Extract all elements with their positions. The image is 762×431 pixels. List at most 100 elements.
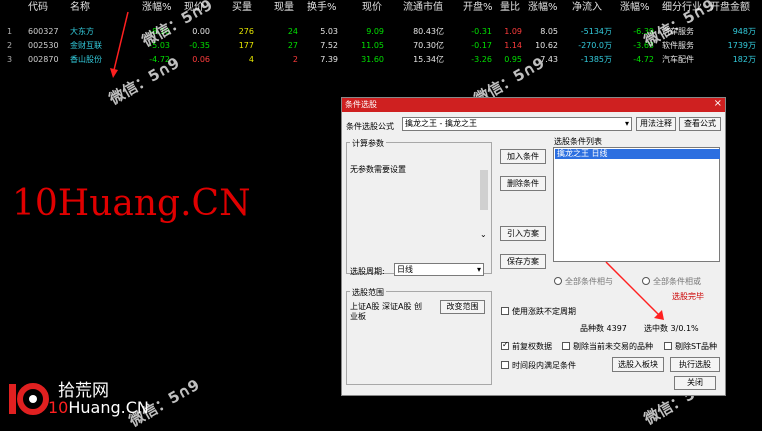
change-range-button[interactable]: 改变范围 bbox=[440, 300, 485, 314]
site-logo-text: 10Huang.CN bbox=[12, 183, 251, 224]
corner-logo-domain-text: Huang.CN bbox=[68, 398, 149, 417]
row-change-2: 8.05 bbox=[540, 27, 558, 36]
row-price-change: 0.00 bbox=[192, 27, 210, 36]
col-price[interactable]: 现价 bbox=[362, 0, 382, 16]
condition-list-item[interactable]: 擒龙之王 日线 bbox=[555, 149, 720, 159]
radio-all-and[interactable] bbox=[554, 277, 562, 285]
row-price-change: 0.06 bbox=[192, 55, 210, 64]
params-text: 无参数需要设置 bbox=[350, 165, 406, 174]
col-price-change[interactable]: 现价 bbox=[184, 0, 204, 16]
exclude-st-checkbox[interactable] bbox=[664, 342, 672, 350]
col-current-volume[interactable]: 现量 bbox=[274, 0, 294, 16]
row-industry: 汽车服务 bbox=[662, 27, 694, 36]
col-code[interactable]: 代码 bbox=[28, 0, 48, 16]
row-code: 002530 bbox=[28, 41, 59, 50]
row-price: 11.05 bbox=[361, 41, 384, 50]
row-bid-volume: 276 bbox=[238, 27, 254, 36]
row-float-cap: 80.43亿 bbox=[413, 27, 444, 36]
col-name[interactable]: 名称 bbox=[70, 0, 90, 16]
save-plan-button[interactable]: 保存方案 bbox=[500, 254, 546, 269]
params-group bbox=[346, 142, 492, 274]
col-change-3[interactable]: 涨幅% bbox=[620, 0, 650, 16]
row-volume-ratio: 0.95 bbox=[504, 55, 522, 64]
add-condition-button[interactable]: 加入条件 bbox=[500, 149, 546, 164]
col-open-pct[interactable]: 开盘% bbox=[463, 0, 493, 16]
dialog-titlebar[interactable]: 条件选股 × bbox=[342, 98, 725, 112]
exclude-st-label: 剔除ST品种 bbox=[675, 342, 717, 351]
row-open-amount: 1739万 bbox=[727, 41, 756, 50]
row-float-cap: 70.30亿 bbox=[413, 41, 444, 50]
pre-adjust-checkbox[interactable] bbox=[501, 340, 509, 350]
row-price-change: -0.35 bbox=[189, 41, 210, 50]
chevron-down-icon: ▾ bbox=[476, 265, 481, 274]
to-block-button[interactable]: 选股入板块 bbox=[612, 357, 664, 372]
col-change[interactable]: 涨幅% bbox=[142, 0, 172, 16]
col-bid-volume[interactable]: 买量 bbox=[232, 0, 252, 16]
import-plan-button[interactable]: 引入方案 bbox=[500, 226, 546, 241]
time-range-label: 时间段内满足条件 bbox=[512, 361, 576, 370]
period-label: 选股周期: bbox=[350, 267, 385, 276]
condition-list[interactable]: 擒龙之王 日线 bbox=[553, 147, 720, 262]
col-change-2[interactable]: 涨幅% bbox=[528, 0, 558, 16]
corner-logo-domain-num: 10 bbox=[48, 398, 69, 417]
period-select[interactable]: 日线 ▾ bbox=[394, 263, 484, 276]
row-bid-volume: 177 bbox=[238, 41, 254, 50]
row-industry: 软件服务 bbox=[662, 41, 694, 50]
annotation-arrow-dialog bbox=[605, 261, 664, 320]
row-code: 002870 bbox=[28, 55, 59, 64]
col-industry[interactable]: 细分行业 bbox=[662, 0, 702, 16]
range-text: 上证A股 深证A股 创业板 bbox=[350, 302, 423, 321]
row-code: 600327 bbox=[28, 27, 59, 36]
params-scrollbar[interactable] bbox=[480, 170, 488, 210]
row-change: -4.72 bbox=[149, 55, 170, 64]
delete-condition-button[interactable]: 删除条件 bbox=[500, 176, 546, 191]
row-bid-volume: 4 bbox=[248, 55, 254, 64]
row-change-2: 10.62 bbox=[535, 41, 558, 50]
condition-select-dialog: 条件选股 × 条件选股公式 擒龙之王 - 擒龙之王 ▾ 用法注释 查看公式 计算… bbox=[341, 97, 726, 396]
range-group-label: 选股范围 bbox=[350, 287, 386, 298]
formula-label: 条件选股公式 bbox=[346, 122, 394, 131]
condition-list-label: 选股条件列表 bbox=[554, 137, 602, 146]
row-change: -5.03 bbox=[149, 41, 170, 50]
row-name: 金财互联 bbox=[70, 41, 102, 50]
row-current-volume: 2 bbox=[292, 55, 298, 64]
row-change-3: -6.39 bbox=[633, 27, 654, 36]
row-change-2: 7.43 bbox=[540, 55, 558, 64]
row-volume-ratio: 1.09 bbox=[504, 27, 522, 36]
row-current-volume: 27 bbox=[287, 41, 298, 50]
pre-adjust-label: 前复权数据 bbox=[512, 342, 552, 351]
row-turnover: 7.39 bbox=[320, 55, 338, 64]
col-net-inflow[interactable]: 净流入 bbox=[572, 0, 602, 16]
time-range-checkbox[interactable] bbox=[501, 361, 509, 369]
row-open-amount: 948万 bbox=[732, 27, 756, 36]
close-button[interactable]: 关闭 bbox=[674, 376, 716, 390]
annotation-arrow-top bbox=[110, 11, 129, 78]
no-trade-label: 剔除当前未交易的品种 bbox=[573, 342, 653, 351]
row-turnover: 5.03 bbox=[320, 27, 338, 36]
row-open-pct: -0.17 bbox=[471, 41, 492, 50]
no-trade-checkbox[interactable] bbox=[562, 342, 570, 350]
close-icon[interactable]: × bbox=[714, 98, 722, 109]
view-formula-button[interactable]: 查看公式 bbox=[679, 117, 721, 131]
selection-done-note: 选股完毕 bbox=[672, 292, 704, 301]
row-net-inflow: -270.0万 bbox=[578, 41, 612, 50]
formula-select[interactable]: 擒龙之王 - 擒龙之王 ▾ bbox=[402, 117, 632, 131]
chevron-down-icon: ▾ bbox=[624, 119, 629, 128]
usage-notes-button[interactable]: 用法注释 bbox=[636, 117, 676, 131]
col-turnover[interactable]: 换手% bbox=[307, 0, 337, 16]
corner-logo-domain: 10Huang.CN bbox=[48, 398, 149, 417]
row-net-inflow: -1385万 bbox=[580, 55, 612, 64]
params-group-label: 计算参数 bbox=[350, 138, 386, 149]
row-name: 香山股份 bbox=[70, 55, 102, 64]
chevron-down-icon[interactable]: ⌄ bbox=[480, 230, 487, 239]
row-net-inflow: -5134万 bbox=[580, 27, 612, 36]
col-float-cap[interactable]: 流通市值 bbox=[403, 0, 443, 16]
col-open-amount[interactable]: 开盘金额 bbox=[710, 0, 750, 16]
dialog-title: 条件选股 bbox=[345, 100, 377, 109]
row-open-pct: -0.31 bbox=[471, 27, 492, 36]
col-volume-ratio[interactable]: 量比 bbox=[500, 0, 520, 16]
use-ex-period-checkbox[interactable] bbox=[501, 307, 509, 315]
row-price: 9.09 bbox=[366, 27, 384, 36]
execute-select-button[interactable]: 执行选股 bbox=[670, 357, 720, 372]
row-change: -8.10 bbox=[149, 27, 170, 36]
